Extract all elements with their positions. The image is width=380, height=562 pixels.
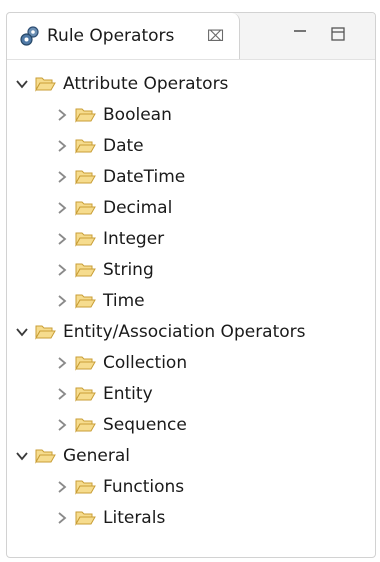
tree-item-label: Attribute Operators [63,74,229,94]
folder-open-icon [75,480,96,495]
chevron-right-icon[interactable] [55,356,69,370]
tree-item[interactable]: Entity [55,379,153,409]
tree-item-label: DateTime [103,167,186,187]
chevron-right-icon[interactable] [55,418,69,432]
folder-open-icon [75,511,96,526]
tree-item-label: Entity [103,384,153,404]
chevron-down-icon[interactable] [15,325,29,339]
chevron-right-icon[interactable] [55,170,69,184]
folder-open-icon [75,356,96,371]
gears-icon [20,26,39,46]
chevron-right-icon[interactable] [55,263,69,277]
tree-item[interactable]: Literals [55,503,165,533]
chevron-right-icon[interactable] [55,139,69,153]
tree-item-label: Time [103,291,145,311]
tree-item[interactable]: Collection [55,348,187,378]
chevron-down-icon[interactable] [15,77,29,91]
folder-open-icon [75,201,96,216]
tree-item[interactable]: String [55,255,154,285]
tree-item-label: Date [103,136,144,156]
chevron-right-icon[interactable] [55,511,69,525]
chevron-right-icon[interactable] [55,387,69,401]
tab-rule-operators[interactable]: Rule Operators ⌧ [7,13,240,59]
tree-item-label: Entity/Association Operators [63,322,306,342]
chevron-down-icon[interactable] [15,449,29,463]
folder-open-icon [75,139,96,154]
tree-item[interactable]: Boolean [55,100,172,130]
view-tab-bar: Rule Operators ⌧ [7,13,375,60]
tree-item[interactable]: Date [55,131,144,161]
tree-item-label: Decimal [103,198,173,218]
tree-item[interactable]: Integer [55,224,164,254]
folder-open-icon [75,418,96,433]
tree-group[interactable]: General [15,441,130,471]
tree-group[interactable]: Entity/Association Operators [15,317,306,347]
tree-item-label: Literals [103,508,166,528]
tree-item[interactable]: Functions [55,472,184,502]
folder-open-icon [75,170,96,185]
tree-item[interactable]: Decimal [55,193,172,223]
tab-title: Rule Operators [47,26,175,46]
tree-item-label: General [63,446,130,466]
tree-item-label: String [103,260,154,280]
folder-open-icon [75,294,96,309]
folder-open-icon [35,449,56,464]
rule-operators-view: Rule Operators ⌧ Attribute Operators Bool… [6,12,376,558]
tree-item-label: Boolean [103,105,172,125]
tree-item-label: Collection [103,353,188,373]
tree-item-label: Sequence [103,415,187,435]
chevron-right-icon[interactable] [55,232,69,246]
chevron-right-icon[interactable] [55,201,69,215]
tree-item[interactable]: DateTime [55,162,185,192]
minimize-icon[interactable] [291,25,309,43]
tree-item-label: Integer [103,229,165,249]
folder-open-icon [35,77,56,92]
chevron-right-icon[interactable] [55,480,69,494]
chevron-right-icon[interactable] [55,108,69,122]
folder-open-icon [75,232,96,247]
tree-item[interactable]: Time [55,286,145,316]
maximize-icon[interactable] [329,25,347,43]
tree-item[interactable]: Sequence [55,410,187,440]
folder-open-icon [35,325,56,340]
tree-group[interactable]: Attribute Operators [15,69,228,99]
chevron-right-icon[interactable] [55,294,69,308]
folder-open-icon [75,108,96,123]
folder-open-icon [75,387,96,402]
folder-open-icon [75,263,96,278]
close-x-icon[interactable]: ⌧ [207,26,224,46]
tree-item-label: Functions [103,477,185,497]
